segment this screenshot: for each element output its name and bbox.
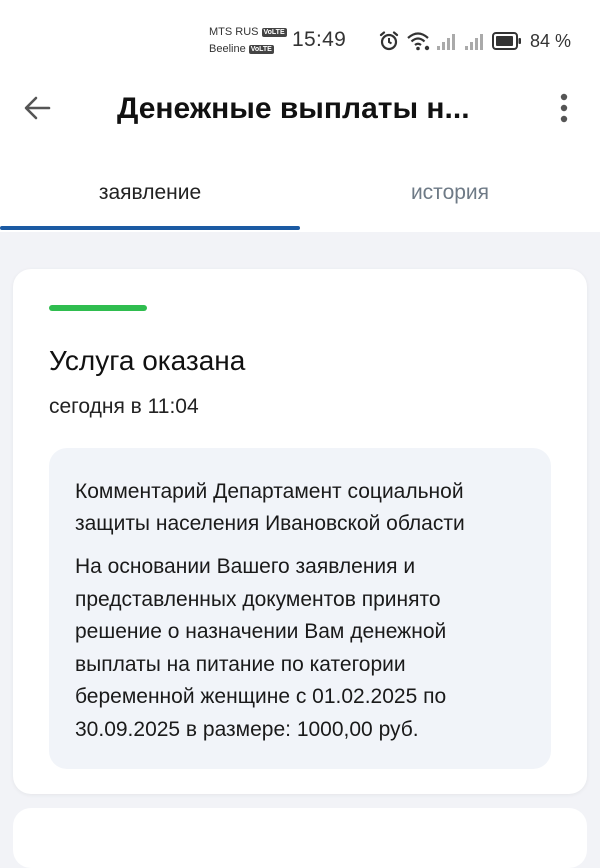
page-title: Денежные выплаты н...: [117, 92, 470, 125]
volte-badge-1: VoLTE: [261, 28, 287, 37]
status-bar: MTS RUS VoLTE Beeline VoLTE 15:49 84 %: [0, 18, 600, 62]
application-card: Услуга оказана сегодня в 11:04 Комментар…: [13, 269, 587, 794]
carriers: MTS RUS VoLTE Beeline VoLTE: [209, 24, 287, 58]
volte-badge-2: VoLTE: [248, 45, 274, 54]
signal-1-icon: [437, 34, 455, 50]
comment-text: На основании Вашего заявления и представ…: [75, 555, 447, 741]
carrier-row-2: Beeline VoLTE: [209, 41, 287, 58]
tab-history[interactable]: история: [300, 170, 600, 228]
system-icons: 84 %: [378, 30, 571, 52]
comment-box: Комментарий Департамент социальной защит…: [49, 448, 551, 769]
app-bar: Денежные выплаты н...: [0, 76, 600, 140]
next-card: [13, 808, 587, 868]
status-indicator-line: [49, 305, 147, 311]
carrier-2-name: Beeline: [209, 43, 246, 55]
battery-percent: 84 %: [530, 30, 572, 51]
carrier-row-1: MTS RUS VoLTE: [209, 24, 287, 41]
signal-2-icon: [465, 34, 483, 50]
alarm-icon: [379, 31, 399, 51]
status-clock: 15:49: [292, 28, 347, 51]
battery-icon: [492, 32, 521, 50]
back-button[interactable]: [22, 90, 70, 126]
tab-bar: заявление история: [0, 170, 600, 232]
more-vertical-icon: [560, 93, 568, 123]
carrier-1-name: MTS RUS: [209, 26, 259, 38]
application-status-time: сегодня в 11:04: [49, 395, 199, 418]
comment-title: Комментарий Департамент социальной защит…: [75, 480, 465, 535]
active-tab-indicator: [0, 226, 300, 230]
back-arrow-icon: [24, 96, 51, 120]
wifi-icon: [407, 32, 430, 51]
top-area: MTS RUS VoLTE Beeline VoLTE 15:49 84 % Д…: [0, 0, 600, 232]
more-options-button[interactable]: [552, 92, 576, 124]
tab-application[interactable]: заявление: [0, 170, 300, 228]
application-status: Услуга оказана: [49, 345, 246, 376]
